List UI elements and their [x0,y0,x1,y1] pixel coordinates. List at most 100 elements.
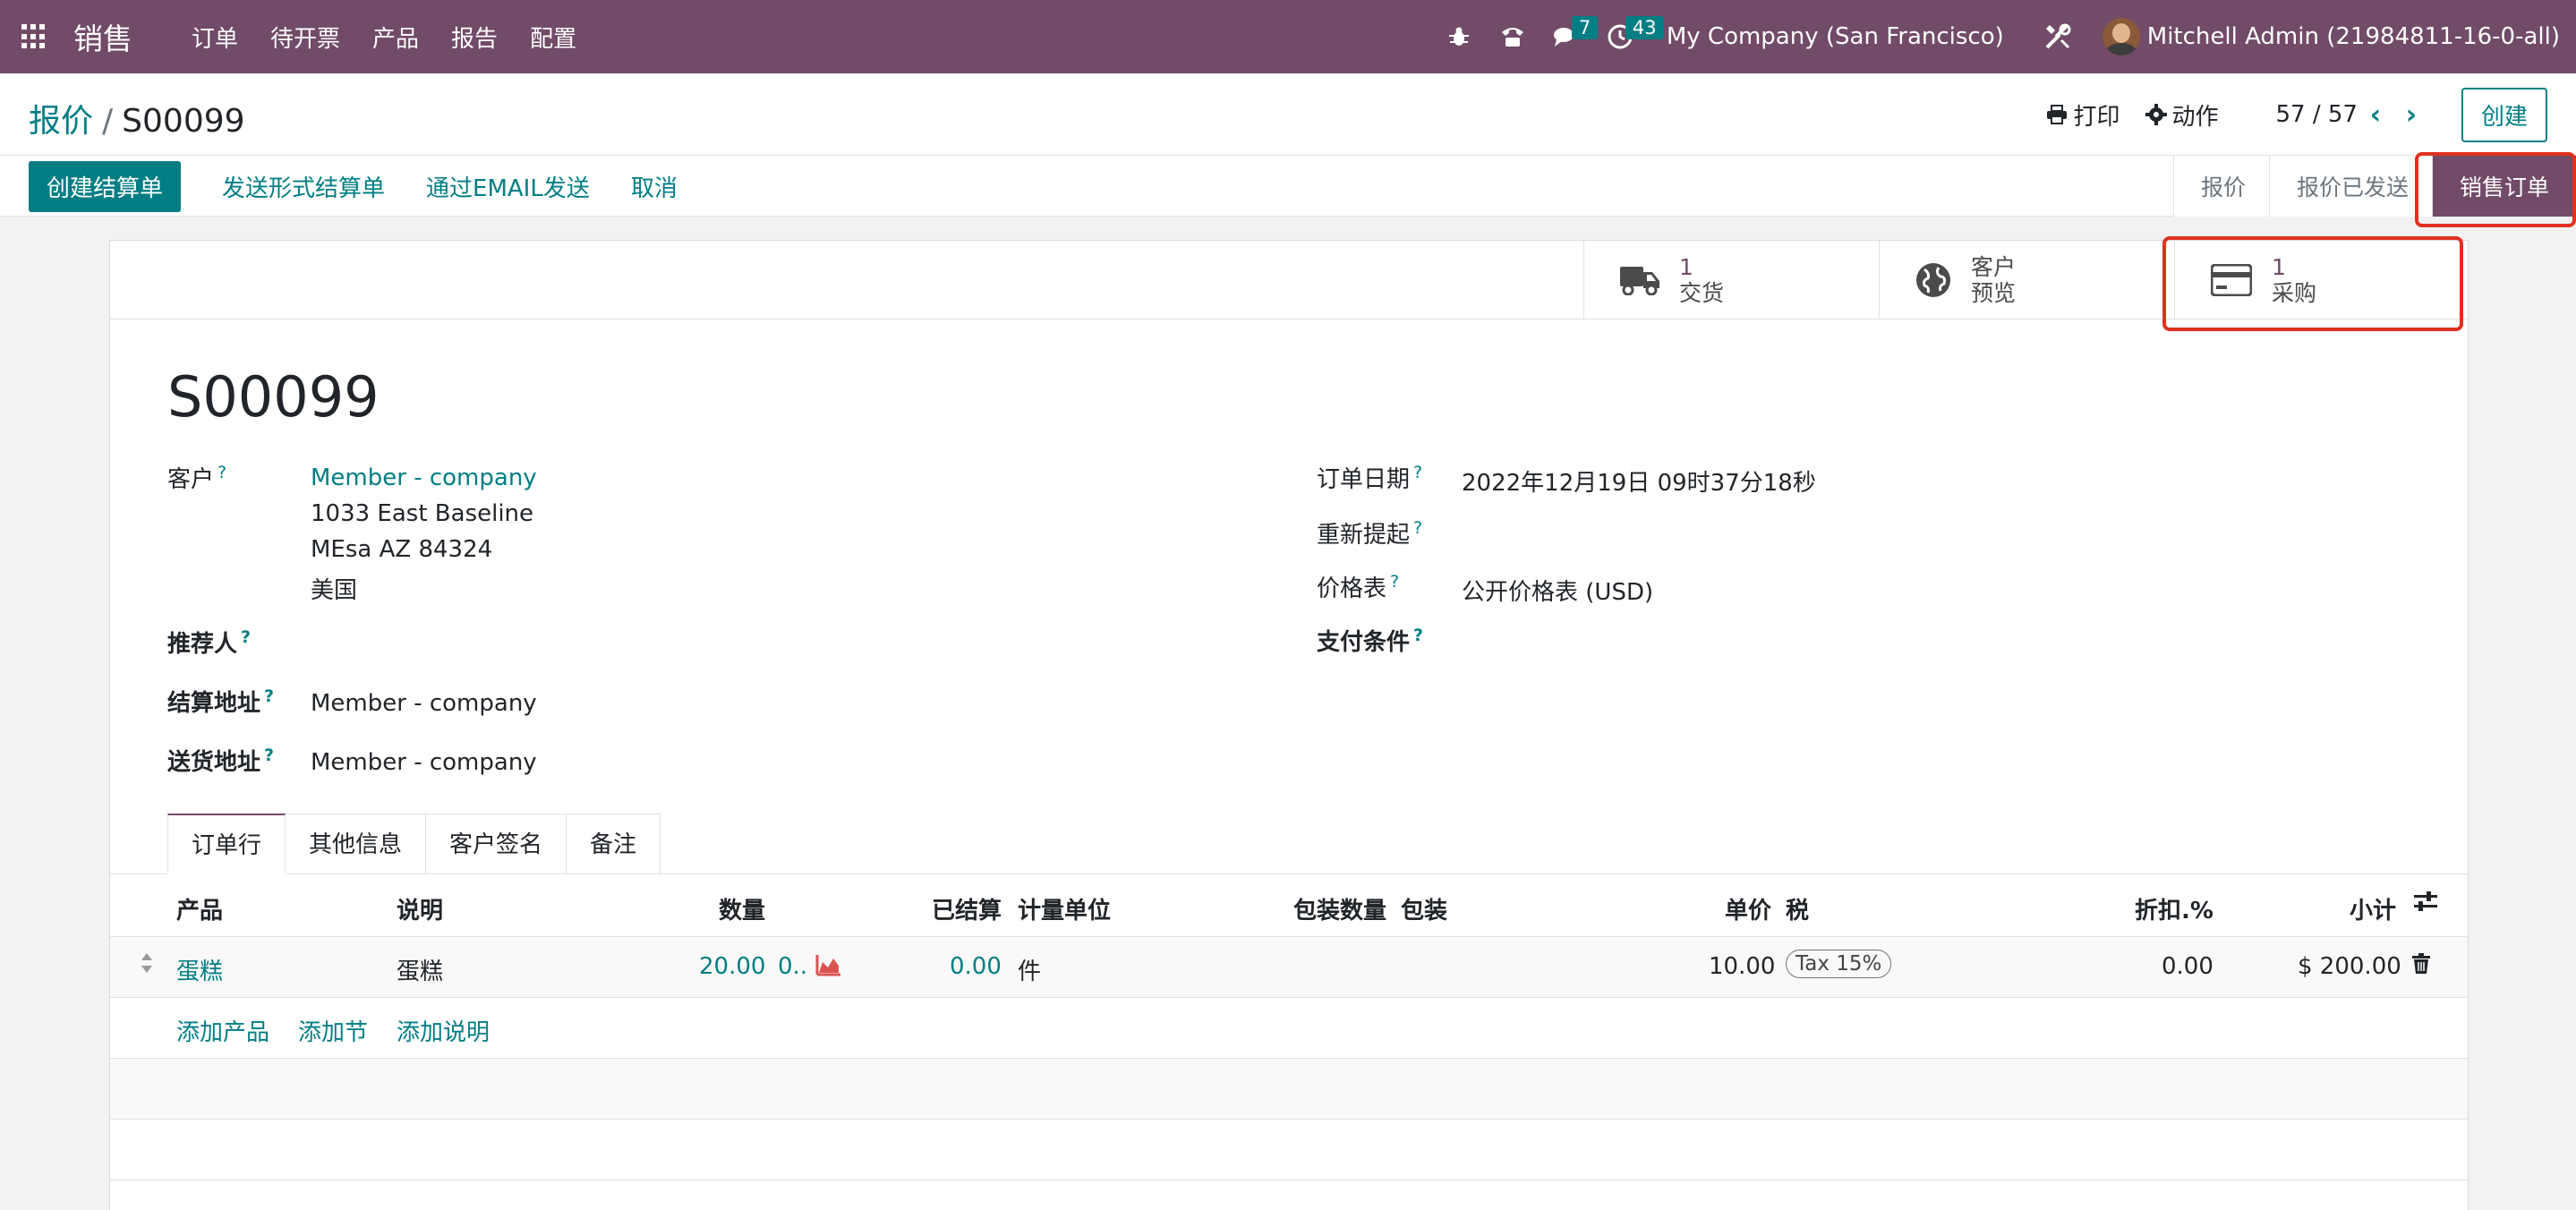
order-lines-header: 产品 说明 数量 已结算 计量单位 包装数量 包装 单价 税 折扣.% 小计 [110,874,2468,937]
print-icon [2047,105,2068,124]
table-row[interactable]: 蛋糕 蛋糕 20.00 0.. 0.00 件 10.00 Tax 15% 0.0… [110,937,2468,998]
notebook-tabs: 订单行 其他信息 客户签名 备注 [167,814,661,874]
col-tax[interactable]: 税 [1786,892,1809,925]
payment-terms-label-text: 支付条件 [1317,629,1411,656]
line-tax-tag[interactable]: Tax 15% [1786,950,1892,978]
pager-next-icon[interactable]: › [2393,99,2429,131]
stage-quotation-label: 报价 [2200,175,2246,200]
reminder-label-text: 重新提起 [1317,522,1411,549]
preview-line1: 客户 [1971,254,2017,280]
action-button[interactable]: 动作 [2145,98,2219,132]
referrer-label-text: 推荐人 [167,631,238,658]
apps-menu-icon[interactable] [21,24,47,49]
referrer-help-icon[interactable]: ? [241,627,251,647]
tab-other-info[interactable]: 其他信息 [286,814,427,874]
col-packaging-qty[interactable]: 包装数量 [1293,892,1386,925]
empty-row [110,1120,2468,1180]
app-name[interactable]: 销售 [73,15,132,58]
col-product[interactable]: 产品 [176,892,223,925]
tab-order-lines[interactable]: 订单行 [167,814,286,874]
record-title: S00099 [167,364,380,430]
menu-products[interactable]: 产品 [372,21,419,54]
breadcrumb-current: S00099 [122,103,245,140]
pricelist-field[interactable]: 公开价格表 (USD) [1462,574,1653,607]
referrer-label: 推荐人? [167,626,251,659]
customer-help-icon[interactable]: ? [218,463,226,482]
stage-quotation-sent[interactable]: 报价已发送 [2268,156,2432,217]
col-quantity[interactable]: 数量 [719,892,765,925]
pager-previous-icon[interactable]: ‹ [2358,99,2393,131]
tab-customer-signature[interactable]: 客户签名 [426,814,567,874]
create-button[interactable]: 创建 [2461,87,2547,142]
delivery-address-label-text: 送货地址 [167,749,261,776]
menu-orders[interactable]: 订单 [192,21,238,54]
line-delivered-qty[interactable]: 0.. [778,953,807,980]
invoice-address-field[interactable]: Member - company [311,690,537,717]
pricelist-help-icon[interactable]: ? [1390,572,1399,592]
delivery-count: 1 [1679,254,1693,280]
menu-reporting[interactable]: 报告 [451,21,498,54]
line-quantity[interactable]: 20.00 [699,953,765,980]
create-invoice-button[interactable]: 创建结算单 [29,160,182,212]
line-unit-price[interactable]: 10.00 [1709,953,1775,980]
col-packaging[interactable]: 包装 [1401,892,1447,925]
control-panel: 报价 / S00099 打印 动作 57 / 57 ‹ › 创建 [0,73,2576,156]
col-subtotal[interactable]: 小计 [2350,892,2396,925]
delivery-address-field[interactable]: Member - company [311,749,537,776]
user-menu[interactable]: Mitchell Admin (21984811-16-0-all) [2147,23,2560,50]
delivery-smart-button[interactable]: 1 交货 [1583,241,1879,320]
reminder-help-icon[interactable]: ? [1413,518,1422,538]
statusbar-buttons: 创建结算单 发送形式结算单 通过EMAIL发送 取消 [29,160,678,212]
debug-bug-icon[interactable] [1432,0,1486,73]
col-description[interactable]: 说明 [397,892,443,925]
add-section-link[interactable]: 添加节 [298,1014,368,1047]
delivery-address-help-icon[interactable]: ? [264,746,274,765]
col-invoiced[interactable]: 已结算 [932,892,1002,925]
drag-handle-icon[interactable] [141,951,153,981]
pager-value[interactable]: 57 / 57 [2276,101,2358,128]
tab-notes[interactable]: 备注 [567,814,661,874]
customer-label: 客户? [167,461,226,494]
payment-terms-help-icon[interactable]: ? [1413,626,1423,645]
control-panel-actions: 打印 动作 57 / 57 ‹ › 创建 [2021,87,2547,142]
invoice-address-label-text: 结算地址 [167,690,261,717]
optional-columns-icon[interactable] [2414,890,2437,918]
customer-link[interactable]: Member - company [311,464,537,491]
print-button[interactable]: 打印 [2046,98,2120,132]
active-stage-highlight [2415,152,2576,227]
activity-clock-icon[interactable]: 43 [1593,0,1664,73]
activities-count-badge: 43 [1625,16,1664,39]
breadcrumb-quotations-link[interactable]: 报价 [29,103,93,140]
preview-line2: 预览 [1971,280,2017,306]
col-discount[interactable]: 折扣.% [2135,892,2213,925]
line-description[interactable]: 蛋糕 [397,953,443,986]
user-avatar[interactable] [2102,18,2140,55]
order-date-help-icon[interactable]: ? [1413,463,1422,482]
invoice-address-help-icon[interactable]: ? [264,686,274,706]
customer-address-line1: 1033 East Baseline [311,500,534,527]
company-switcher[interactable]: My Company (San Francisco) [1667,23,2004,50]
line-product[interactable]: 蛋糕 [176,953,223,986]
stage-quotation[interactable]: 报价 [2172,156,2269,217]
customer-preview-smart-button[interactable]: 客户 预览 [1879,241,2174,320]
truck-icon [1620,267,1659,295]
order-date-label: 订单日期? [1317,461,1422,494]
col-unit-price[interactable]: 单价 [1725,892,1771,925]
cancel-button[interactable]: 取消 [631,170,678,203]
delete-trash-icon[interactable] [2412,953,2430,981]
send-by-email-button[interactable]: 通过EMAIL发送 [426,170,590,203]
col-uom[interactable]: 计量单位 [1018,892,1111,925]
menu-to-invoice[interactable]: 待开票 [270,21,340,54]
forecast-chart-icon[interactable] [815,953,842,983]
settings-tools-icon[interactable] [2031,0,2085,73]
line-uom[interactable]: 件 [1018,953,1041,986]
send-proforma-button[interactable]: 发送形式结算单 [222,170,385,203]
gear-icon [2145,104,2167,125]
add-note-link[interactable]: 添加说明 [397,1014,490,1047]
add-product-link[interactable]: 添加产品 [176,1014,269,1047]
line-discount[interactable]: 0.00 [2162,953,2213,980]
phone-icon[interactable] [1486,0,1540,73]
menu-configuration[interactable]: 配置 [530,21,576,54]
order-date-field[interactable]: 2022年12月19日 09时37分18秒 [1462,464,1816,498]
chat-messages-icon[interactable]: 7 [1540,0,1599,73]
